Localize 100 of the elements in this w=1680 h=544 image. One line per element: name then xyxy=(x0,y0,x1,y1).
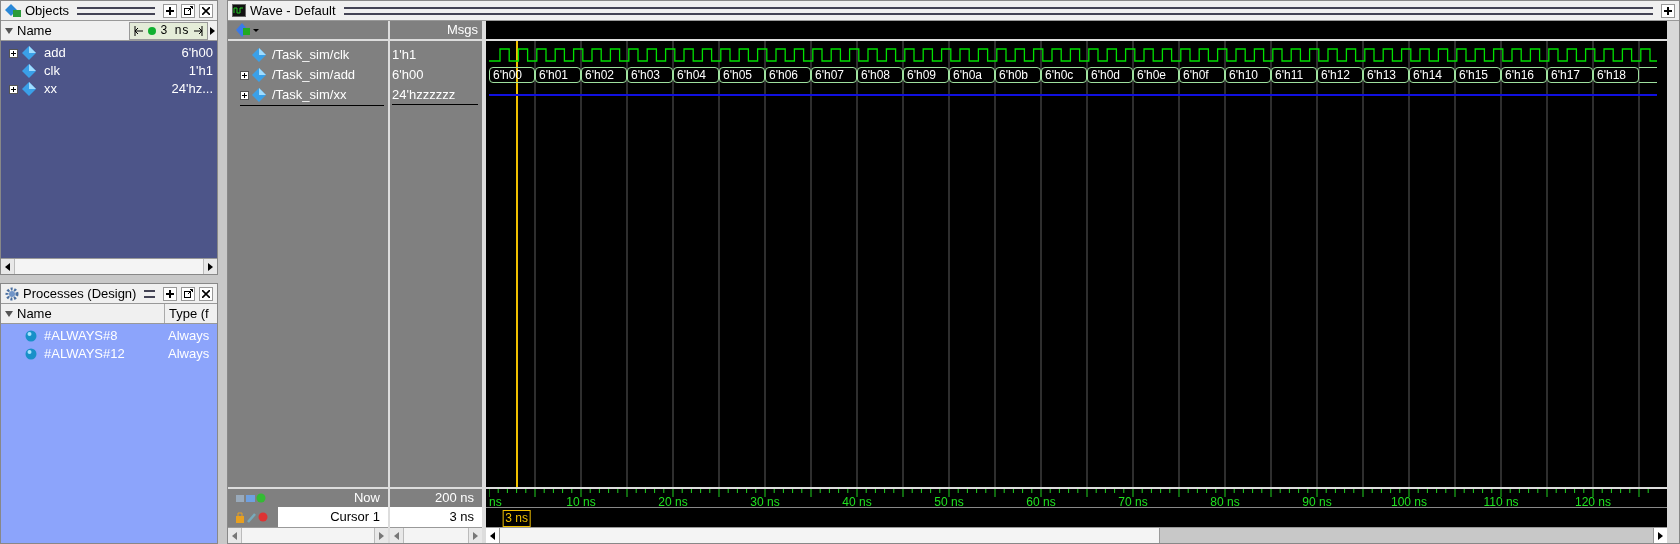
bus-value: 6'h14 xyxy=(1409,67,1455,83)
time-label: 20 ns xyxy=(658,495,688,509)
object-name: xx xyxy=(44,80,58,99)
vertical-scrollbar[interactable] xyxy=(1667,21,1679,543)
signal-icon xyxy=(252,88,266,102)
object-value: 24'hz... xyxy=(171,80,213,99)
bus-value: 6'h03 xyxy=(627,67,673,83)
step-forward-icon[interactable] xyxy=(193,25,203,36)
close-icon xyxy=(202,289,210,298)
close-button[interactable] xyxy=(199,286,213,301)
bus-value: 6'h06 xyxy=(765,67,811,83)
expand-icon[interactable] xyxy=(9,48,18,58)
dock-button[interactable] xyxy=(1661,3,1675,18)
bus-value: 6'h01 xyxy=(535,67,581,83)
scroll-right-icon[interactable] xyxy=(208,262,213,271)
bus-value: 6'h07 xyxy=(811,67,857,83)
time-label: 80 ns xyxy=(1210,495,1240,509)
dock-button[interactable] xyxy=(163,3,177,18)
undock-button[interactable] xyxy=(181,3,195,18)
panel-title: Processes (Design) xyxy=(23,284,137,303)
time-label: 110 ns xyxy=(1483,495,1519,509)
signal-add-icon[interactable] xyxy=(236,23,260,37)
object-name: add xyxy=(44,44,67,63)
drag-handle[interactable] xyxy=(343,6,1653,15)
dropdown-icon[interactable] xyxy=(5,26,13,35)
bus-value: 6'h17 xyxy=(1547,67,1593,83)
signal-value: 1'h1 xyxy=(392,46,417,65)
column-header[interactable]: Type (f xyxy=(165,304,209,323)
column-title: Msgs xyxy=(446,21,478,40)
bus-value: 6'h0a xyxy=(949,67,995,83)
object-row[interactable]: xx 24'hz... xyxy=(1,80,217,98)
expand-icon[interactable] xyxy=(240,90,249,100)
plus-icon xyxy=(166,289,174,298)
signal-name: /Task_sim/xx xyxy=(272,86,347,105)
object-row[interactable]: clk 1'h1 xyxy=(1,62,217,80)
drag-handle[interactable] xyxy=(77,6,155,15)
step-back-icon[interactable] xyxy=(134,25,145,36)
signal-icon xyxy=(252,48,266,62)
bus-value: 6'h10 xyxy=(1225,67,1271,83)
now-value: 200 ns xyxy=(434,489,474,508)
horizontal-scrollbar[interactable] xyxy=(486,527,1667,543)
time-label: 60 ns xyxy=(1026,495,1056,509)
bus-value: 6'h11 xyxy=(1271,67,1317,83)
signal-icon xyxy=(22,46,36,60)
bus-value: 6'h0c xyxy=(1041,67,1087,83)
time-label: 70 ns xyxy=(1118,495,1148,509)
close-button[interactable] xyxy=(199,3,213,18)
time-label: 10 ns xyxy=(566,495,596,509)
time-label: 50 ns xyxy=(934,495,964,509)
signal-name: /Task_sim/add xyxy=(272,66,356,85)
time-label: 30 ns xyxy=(750,495,780,509)
scroll-left-icon[interactable] xyxy=(5,262,10,271)
dock-button[interactable] xyxy=(163,286,177,301)
objects-icon xyxy=(5,3,21,18)
signal-row[interactable]: /Task_sim/add xyxy=(240,65,388,85)
bus-value: 6'h02 xyxy=(581,67,627,83)
gear-icon xyxy=(5,286,19,301)
scroll-left-icon[interactable] xyxy=(490,531,495,540)
time-label: ns xyxy=(489,495,502,509)
window-icon xyxy=(183,289,193,298)
scroll-thumb[interactable] xyxy=(500,528,1160,543)
bus-value: 6'h0b xyxy=(995,67,1041,83)
expand-icon[interactable] xyxy=(9,84,18,94)
plus-icon xyxy=(1664,6,1672,15)
drag-handle[interactable] xyxy=(144,289,155,298)
signal-value: 24'hzzzzzz xyxy=(392,85,456,104)
bus-value: 6'h05 xyxy=(719,67,765,83)
close-icon xyxy=(202,6,210,15)
dropdown-icon[interactable] xyxy=(5,309,13,318)
expand-icon[interactable] xyxy=(240,70,249,80)
signal-row[interactable]: /Task_sim/xx xyxy=(240,85,388,105)
time-label: 40 ns xyxy=(842,495,872,509)
bus-value: 6'h18 xyxy=(1593,67,1639,83)
signal-row[interactable]: /Task_sim/clk xyxy=(240,45,388,65)
more-icon[interactable] xyxy=(210,26,215,35)
panel-title: Wave - Default xyxy=(250,1,336,20)
process-icon xyxy=(25,348,37,360)
bus-value: 6'h15 xyxy=(1455,67,1501,83)
column-header[interactable]: Name xyxy=(1,304,165,323)
time-label: 100 ns xyxy=(1391,495,1427,509)
window-icon xyxy=(183,6,193,15)
bus-value: 6'h0e xyxy=(1133,67,1179,83)
bus-value: 6'h0d xyxy=(1087,67,1133,83)
column-title[interactable]: Name xyxy=(17,20,130,41)
object-value: 1'h1 xyxy=(188,62,213,81)
bus-value: 6'h12 xyxy=(1317,67,1363,83)
bus-value: 6'h13 xyxy=(1363,67,1409,83)
undock-button[interactable] xyxy=(181,286,195,301)
signal-icon xyxy=(22,82,36,96)
panel-title: Objects xyxy=(25,1,70,20)
plus-icon xyxy=(166,6,174,15)
object-row[interactable]: add 6'h00 xyxy=(1,44,217,62)
horizontal-scrollbar[interactable] xyxy=(1,258,217,274)
scroll-right-icon[interactable] xyxy=(1658,531,1663,540)
signal-name: /Task_sim/clk xyxy=(272,46,350,65)
time-label: 90 ns xyxy=(1302,495,1332,509)
cursor-name[interactable]: Cursor 1 xyxy=(278,507,388,527)
wave-icon xyxy=(232,4,246,17)
object-name: clk xyxy=(44,62,61,81)
bus-value: 6'h08 xyxy=(857,67,903,83)
